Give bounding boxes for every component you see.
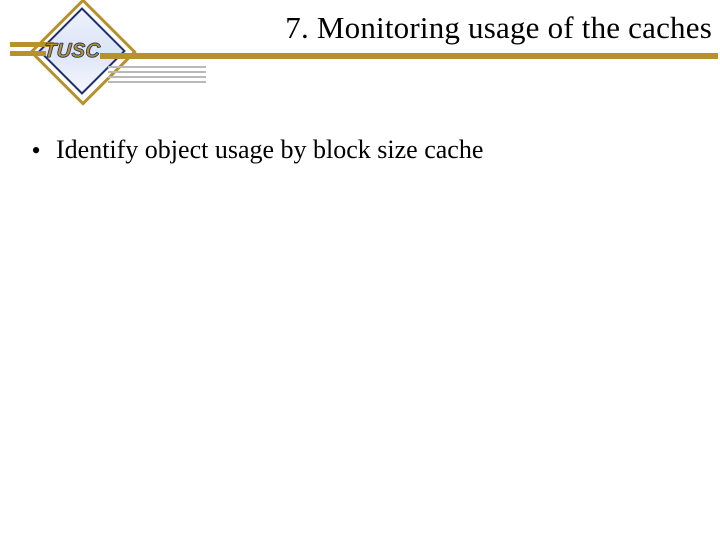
list-item: • Identify object usage by block size ca… — [30, 134, 700, 168]
title-underline — [100, 53, 718, 59]
slide: TUSC 7. Monitoring usage of the caches •… — [0, 0, 720, 540]
slide-title: 7. Monitoring usage of the caches — [285, 10, 712, 46]
bullet-text: Identify object usage by block size cach… — [56, 134, 483, 167]
title-sublines — [108, 66, 206, 86]
logo-text: TUSC — [43, 40, 101, 63]
bullet-icon: • — [30, 135, 42, 168]
content-area: • Identify object usage by block size ca… — [30, 134, 700, 168]
